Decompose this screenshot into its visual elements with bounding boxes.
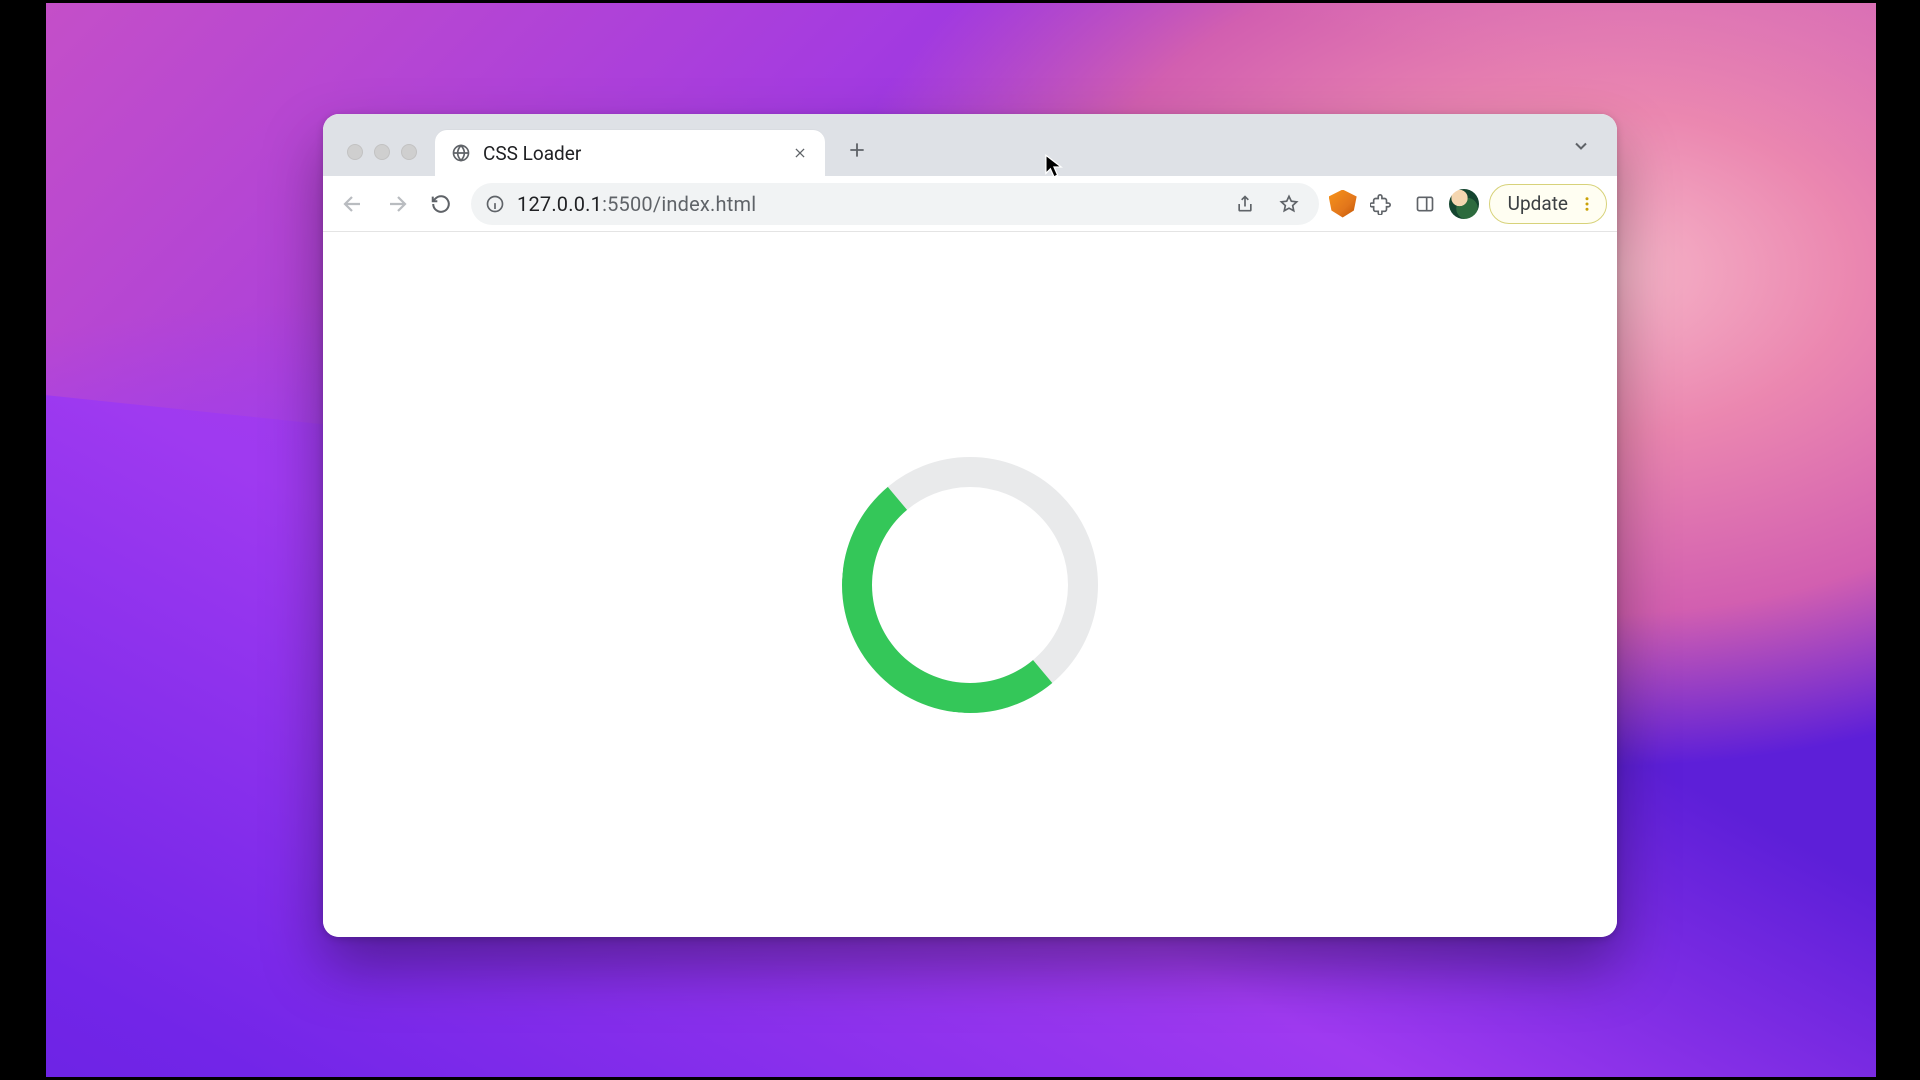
- update-label: Update: [1508, 192, 1568, 215]
- url-path: :5500/index.html: [602, 192, 756, 216]
- profile-avatar[interactable]: [1449, 189, 1479, 219]
- tab-title: CSS Loader: [483, 142, 777, 165]
- tab-close-button[interactable]: [789, 142, 811, 164]
- css-loader-spinner: [842, 457, 1098, 713]
- bookmark-star-icon[interactable]: [1273, 188, 1305, 220]
- menu-dots-icon[interactable]: [1578, 195, 1596, 213]
- url-host: 127.0.0.1: [517, 192, 602, 216]
- site-info-icon[interactable]: [485, 194, 505, 214]
- extensions-button[interactable]: [1361, 184, 1401, 224]
- window-controls: [337, 144, 435, 176]
- url-text: 127.0.0.1:5500/index.html: [517, 192, 756, 216]
- toolbar: 127.0.0.1:5500/index.html: [323, 176, 1617, 232]
- extension-metamask[interactable]: [1329, 190, 1357, 218]
- new-tab-button[interactable]: [839, 132, 875, 168]
- back-button[interactable]: [333, 184, 373, 224]
- reload-button[interactable]: [421, 184, 461, 224]
- side-panel-button[interactable]: [1405, 184, 1445, 224]
- tab-strip: CSS Loader: [323, 114, 1617, 176]
- globe-icon: [451, 143, 471, 163]
- tab-active[interactable]: CSS Loader: [435, 130, 825, 176]
- update-button[interactable]: Update: [1489, 184, 1607, 224]
- window-close-button[interactable]: [347, 144, 363, 160]
- browser-window: CSS Loader: [323, 114, 1617, 937]
- address-bar[interactable]: 127.0.0.1:5500/index.html: [471, 183, 1319, 225]
- page-viewport: [323, 232, 1617, 937]
- forward-button[interactable]: [377, 184, 417, 224]
- window-minimize-button[interactable]: [374, 144, 390, 160]
- share-icon[interactable]: [1229, 188, 1261, 220]
- spinner-arc: [831, 446, 1108, 723]
- tabs-dropdown-button[interactable]: [1563, 128, 1599, 164]
- window-zoom-button[interactable]: [401, 144, 417, 160]
- mouse-cursor-icon: [1045, 154, 1063, 180]
